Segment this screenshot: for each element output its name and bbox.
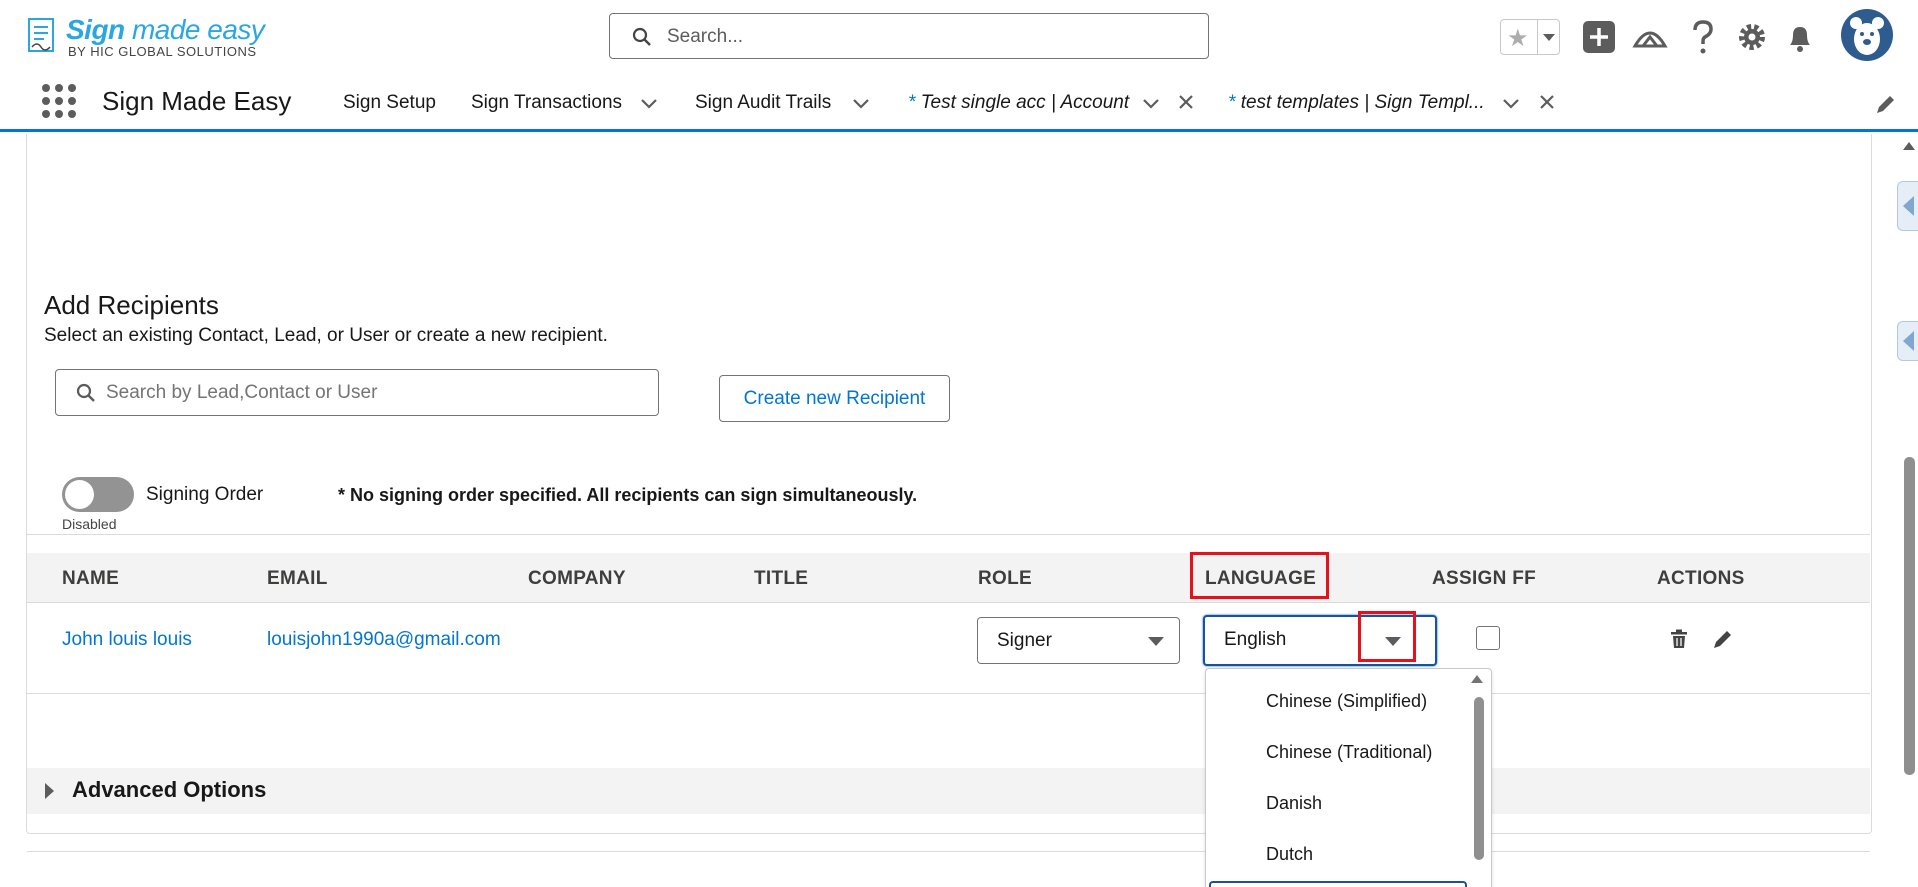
sign-made-easy-logo[interactable]: Sign made easy BY HIC GLOBAL SOLUTIONS	[26, 14, 276, 60]
favorites-dropdown-button[interactable]	[1537, 20, 1560, 54]
global-search-input[interactable]: Search...	[609, 13, 1209, 59]
signing-order-label: Signing Order	[146, 484, 264, 505]
scroll-up-arrow-icon[interactable]	[1903, 142, 1915, 150]
advanced-options-section[interactable]: Advanced Options	[27, 768, 1870, 814]
toggle-knob	[65, 480, 94, 509]
column-header-role: ROLE	[978, 568, 1032, 589]
close-tab-icon[interactable]	[1537, 92, 1557, 112]
close-tab-icon[interactable]	[1176, 92, 1196, 112]
collapse-arrow-icon	[1903, 331, 1914, 351]
add-icon[interactable]	[1580, 18, 1618, 56]
scroll-up-arrow-icon[interactable]	[1471, 675, 1483, 683]
logo-subtitle: BY HIC GLOBAL SOLUTIONS	[68, 44, 257, 59]
column-header-email: EMAIL	[267, 568, 328, 589]
chevron-down-icon	[1148, 637, 1164, 646]
signing-order-toggle[interactable]	[62, 477, 134, 512]
recipient-search-input[interactable]: Search by Lead,Contact or User	[55, 369, 659, 416]
content-card	[26, 134, 1872, 834]
notification-bell-icon[interactable]	[1781, 18, 1819, 56]
annotation-language-header	[1190, 552, 1329, 599]
page-scrollbar-thumb[interactable]	[1904, 457, 1915, 775]
add-recipients-subtitle: Select an existing Contact, Lead, or Use…	[44, 325, 608, 346]
chevron-down-icon[interactable]	[1502, 98, 1520, 110]
recipients-table-header: NAME EMAIL COMPANY TITLE ROLE LANGUAGE A…	[27, 553, 1870, 603]
language-dropdown-list[interactable]: Chinese (Simplified) Chinese (Traditiona…	[1205, 668, 1492, 887]
recipient-search-placeholder: Search by Lead,Contact or User	[106, 382, 378, 403]
star-icon[interactable]: ★	[1507, 24, 1529, 53]
document-icon	[28, 18, 54, 52]
favorites-button-group[interactable]: ★	[1500, 19, 1560, 55]
add-recipients-title: Add Recipients	[44, 290, 219, 320]
bear-avatar-icon	[1850, 17, 1884, 55]
nav-item-sign-transactions[interactable]: Sign Transactions	[471, 92, 622, 114]
edit-icon[interactable]	[1712, 628, 1734, 650]
divider	[27, 534, 1870, 535]
help-icon[interactable]	[1684, 18, 1722, 56]
global-header: Sign made easy BY HIC GLOBAL SOLUTIONS S…	[0, 0, 1918, 74]
language-option[interactable]: Danish	[1266, 793, 1322, 814]
gear-icon[interactable]	[1733, 18, 1771, 56]
annotation-language-dropdown-arrow	[1358, 611, 1416, 662]
tab-test-single-acc[interactable]: * Test single acc | Account	[908, 92, 1129, 114]
edit-nav-icon[interactable]	[1874, 94, 1896, 116]
trailhead-icon[interactable]	[1631, 18, 1669, 56]
dropdown-scrollbar-thumb[interactable]	[1474, 697, 1484, 860]
tab-test-templates[interactable]: * test templates | Sign Templ...	[1228, 92, 1485, 114]
advanced-options-label: Advanced Options	[72, 777, 267, 802]
column-header-actions: ACTIONS	[1657, 568, 1745, 589]
language-option[interactable]: Chinese (Simplified)	[1266, 691, 1427, 712]
column-header-title: TITLE	[754, 568, 809, 589]
recipient-email-link[interactable]: louisjohn1990a@gmail.com	[267, 629, 501, 651]
chevron-down-icon	[1543, 34, 1555, 41]
column-header-assign-ff: ASSIGN FF	[1432, 568, 1537, 589]
expand-arrow-icon	[45, 783, 54, 799]
language-option-highlight	[1209, 881, 1467, 887]
nav-item-sign-setup[interactable]: Sign Setup	[343, 92, 436, 114]
divider	[27, 851, 1870, 852]
create-new-recipient-button[interactable]: Create new Recipient	[719, 375, 950, 422]
chevron-down-icon[interactable]	[640, 98, 658, 110]
logo-brand: Sign made easy	[66, 14, 265, 45]
role-select-value: Signer	[997, 630, 1052, 651]
side-panel-toggle[interactable]	[1897, 181, 1918, 231]
search-icon	[76, 383, 95, 402]
app-name: Sign Made Easy	[102, 86, 292, 116]
side-panel-toggle-2[interactable]	[1897, 321, 1918, 361]
page: Sign made easy BY HIC GLOBAL SOLUTIONS S…	[0, 0, 1918, 887]
chevron-down-icon[interactable]	[1142, 98, 1160, 110]
signing-order-note: * No signing order specified. All recipi…	[338, 485, 918, 505]
table-row: John louis louis louisjohn1990a@gmail.co…	[27, 603, 1870, 694]
assign-ff-checkbox[interactable]	[1476, 626, 1500, 650]
search-icon	[632, 27, 651, 46]
app-navigation-bar: Sign Made Easy Sign Setup Sign Transacti…	[0, 74, 1918, 132]
language-select-value: English	[1224, 629, 1287, 650]
column-header-name: NAME	[62, 568, 120, 589]
user-avatar[interactable]	[1841, 9, 1893, 61]
app-launcher-icon[interactable]	[42, 84, 76, 118]
collapse-arrow-icon	[1903, 196, 1914, 216]
recipient-name-link[interactable]: John louis louis	[62, 629, 192, 651]
language-option[interactable]: Dutch	[1266, 844, 1313, 865]
language-option[interactable]: Chinese (Traditional)	[1266, 742, 1432, 763]
chevron-down-icon[interactable]	[852, 98, 870, 110]
signing-order-state: Disabled	[62, 516, 117, 532]
role-select[interactable]: Signer	[977, 617, 1180, 664]
nav-item-sign-audit-trails[interactable]: Sign Audit Trails	[695, 92, 831, 114]
column-header-company: COMPANY	[528, 568, 626, 589]
delete-icon[interactable]	[1668, 628, 1690, 650]
global-search-placeholder: Search...	[667, 26, 744, 47]
